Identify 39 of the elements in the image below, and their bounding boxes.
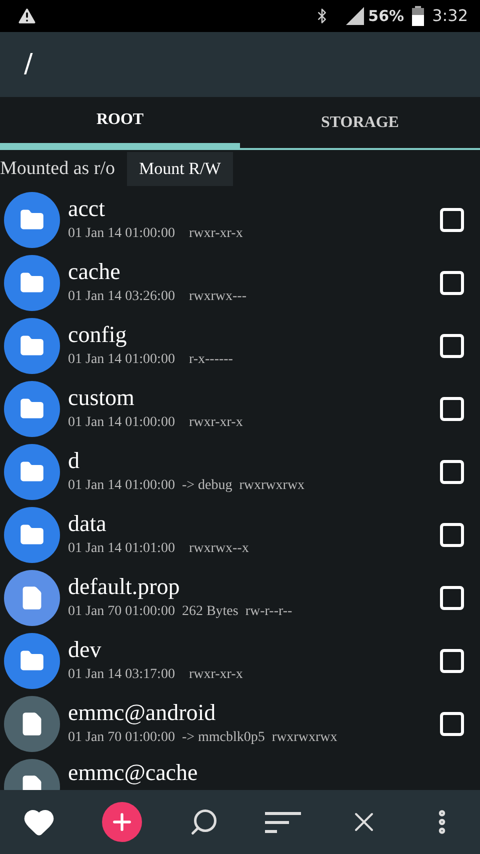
checkbox[interactable] xyxy=(440,396,464,420)
checkbox[interactable] xyxy=(440,208,464,232)
file-name: emmc@android xyxy=(68,699,217,727)
file-name: emmc@cache xyxy=(68,759,199,787)
clock: 3:32 xyxy=(432,5,468,27)
file-name: config xyxy=(68,321,128,349)
file-details: 01 Jan 14 01:00:00 r-x------ xyxy=(68,351,234,369)
checkbox[interactable] xyxy=(440,270,464,294)
battery-percent: 56% xyxy=(368,6,404,27)
file-name: acct xyxy=(68,195,106,223)
checkbox[interactable] xyxy=(440,522,464,546)
file-name: d xyxy=(68,447,80,475)
file-name: custom xyxy=(68,384,136,412)
file-name: cache xyxy=(68,258,122,286)
file-details: 01 Jan 14 01:00:00 rwxr-xr-x xyxy=(68,225,244,243)
search-icon[interactable] xyxy=(188,807,219,837)
file-details: 01 Jan 14 03:26:00 rwxrwx--- xyxy=(68,288,248,306)
current-path: / xyxy=(24,48,33,81)
checkbox[interactable] xyxy=(440,712,464,736)
sort-icon[interactable] xyxy=(265,810,302,834)
file-details: 01 Jan 14 03:17:00 rwxr-xr-x xyxy=(68,666,244,684)
checkbox[interactable] xyxy=(440,586,464,610)
file-name: data xyxy=(68,510,108,538)
file-details: 01 Jan 14 01:01:00 rwxrwx--x xyxy=(68,540,250,558)
tab[interactable]: STORAGE xyxy=(240,97,480,150)
checkbox[interactable] xyxy=(440,460,464,484)
battery-icon xyxy=(412,6,424,26)
file-name: dev xyxy=(68,636,102,664)
file-details: 01 Jan 70 01:00:00 -> mmcblk0p5 rwxrwxrwx xyxy=(68,729,338,747)
mount-status: Mounted as r/o xyxy=(0,156,116,181)
signal-icon xyxy=(346,7,364,25)
checkbox[interactable] xyxy=(440,648,464,672)
file-name: default.prop xyxy=(68,573,181,601)
file-details: 01 Jan 14 01:00:00 rwxr-xr-x xyxy=(68,414,244,432)
add-button[interactable] xyxy=(102,802,142,842)
file-details: 01 Jan 70 01:00:00 262 Bytes rw-r--r-- xyxy=(68,603,294,621)
mount-button[interactable]: Mount R/W xyxy=(127,152,233,186)
file-details: 01 Jan 14 01:00:00 -> debug rwxrwxrwx xyxy=(68,477,306,495)
checkbox[interactable] xyxy=(440,334,464,358)
